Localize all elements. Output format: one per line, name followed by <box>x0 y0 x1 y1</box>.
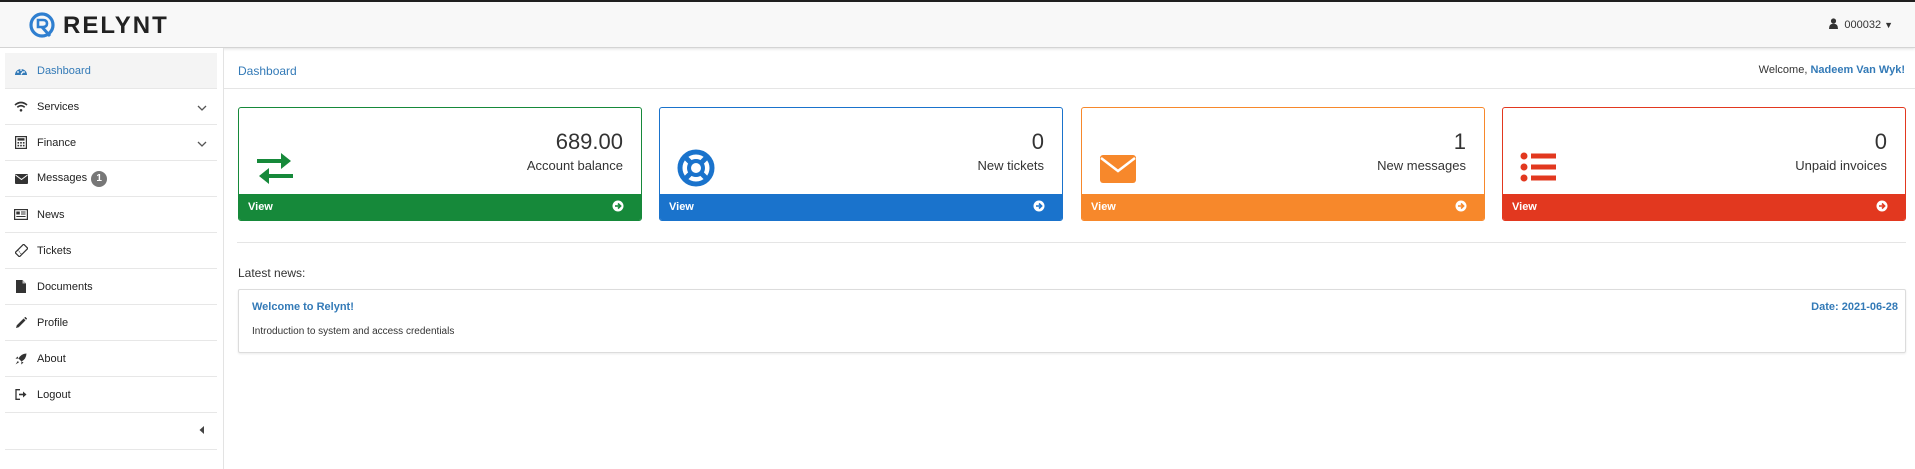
sidebar-item-news[interactable]: News <box>5 197 217 233</box>
relynt-logo-icon <box>27 10 57 43</box>
chevron-down-icon <box>197 136 207 150</box>
sign-out-icon <box>13 388 29 402</box>
sidebar-item-label: Profile <box>37 316 69 329</box>
view-label: View <box>248 201 273 213</box>
unread-messages-badge: 1 <box>91 170 108 187</box>
latest-news-heading: Latest news: <box>238 266 306 280</box>
new-tickets-view-link[interactable]: View <box>660 194 1062 220</box>
section-divider <box>237 242 1906 243</box>
sidebar-item-dashboard[interactable]: Dashboard <box>5 53 217 89</box>
account-balance-view-link[interactable]: View <box>239 194 641 220</box>
new-messages-view-link[interactable]: View <box>1082 194 1484 220</box>
view-label: View <box>669 201 694 213</box>
unpaid-invoices-value: 0 <box>1874 129 1887 154</box>
brand-name: RELYNT <box>63 12 169 39</box>
account-id: 000032 <box>1844 19 1882 31</box>
sidebar-item-label: About <box>37 352 66 365</box>
new-tickets-caption: New tickets <box>977 158 1044 173</box>
file-icon <box>13 280 29 294</box>
unpaid-invoices-view-link[interactable]: View <box>1503 194 1905 220</box>
welcome-message: Welcome, Nadeem Van Wyk! <box>1759 64 1905 76</box>
news-item-date: Date: 2021-06-28 <box>1811 301 1898 313</box>
sidebar-item-label: Logout <box>37 388 71 401</box>
sidebar-item-about[interactable]: About <box>5 341 217 377</box>
list-icon <box>1519 148 1559 188</box>
user-name[interactable]: Nadeem Van Wyk! <box>1810 64 1905 76</box>
arrow-circle-right-icon <box>1455 200 1467 212</box>
user-icon <box>1829 18 1839 32</box>
chevron-down-icon <box>197 100 207 114</box>
news-item-title[interactable]: Welcome to Relynt! <box>252 301 354 313</box>
sidebar-item-label: Finance <box>37 136 77 149</box>
sidebar-item-documents[interactable]: Documents <box>5 269 217 305</box>
new-tickets-value: 0 <box>1031 129 1044 154</box>
sidebar-item-label: News <box>37 208 65 221</box>
new-tickets-card: 0 New tickets View <box>659 107 1063 221</box>
sidebar: Dashboard Services Finance Messages 1 New… <box>0 48 224 469</box>
news-item: Welcome to Relynt! Date: 2021-06-28 Intr… <box>238 289 1906 353</box>
sidebar-item-tickets[interactable]: Tickets <box>5 233 217 269</box>
welcome-prefix: Welcome, <box>1758 64 1808 76</box>
calculator-icon <box>13 136 29 150</box>
unpaid-invoices-card: 0 Unpaid invoices View <box>1502 107 1906 221</box>
wifi-icon <box>13 100 29 114</box>
arrow-circle-right-icon <box>612 200 624 212</box>
top-navbar: RELYNT 000032 ▼ <box>0 0 1915 48</box>
breadcrumb[interactable]: Dashboard <box>238 64 297 78</box>
arrow-circle-right-icon <box>1033 200 1045 212</box>
dashboard-icon <box>13 64 29 78</box>
life-ring-icon <box>676 148 716 188</box>
header-divider <box>224 88 1915 89</box>
envelope-icon <box>13 172 29 186</box>
sidebar-item-label: Tickets <box>37 244 72 257</box>
sidebar-divider <box>5 449 217 450</box>
exchange-arrows-icon <box>255 148 295 188</box>
sidebar-item-finance[interactable]: Finance <box>5 125 217 161</box>
sidebar-item-label: Dashboard <box>37 64 91 77</box>
account-balance-value: 689.00 <box>555 129 623 154</box>
sidebar-item-profile[interactable]: Profile <box>5 305 217 341</box>
new-messages-caption: New messages <box>1377 158 1466 173</box>
sidebar-item-label: Services <box>37 100 80 113</box>
sidebar-item-logout[interactable]: Logout <box>5 377 217 413</box>
rocket-icon <box>13 352 29 366</box>
pencil-icon <box>13 316 29 330</box>
view-label: View <box>1512 201 1537 213</box>
brand-logo[interactable]: RELYNT <box>27 11 169 41</box>
sidebar-item-label: Documents <box>37 280 93 293</box>
new-messages-card: 1 New messages View <box>1081 107 1485 221</box>
newspaper-icon <box>13 208 29 222</box>
account-balance-caption: Account balance <box>526 158 623 173</box>
user-account-menu[interactable]: 000032 ▼ <box>1829 18 1893 32</box>
account-balance-card: 689.00 Account balance View <box>238 107 642 221</box>
collapse-sidebar-icon[interactable] <box>196 424 208 436</box>
ticket-icon <box>13 244 29 258</box>
sidebar-item-services[interactable]: Services <box>5 89 217 125</box>
arrow-circle-right-icon <box>1876 200 1888 212</box>
caret-down-icon: ▼ <box>1884 20 1893 30</box>
sidebar-item-messages[interactable]: Messages 1 <box>5 161 217 197</box>
new-messages-value: 1 <box>1453 129 1466 154</box>
news-item-summary: Introduction to system and access creden… <box>252 326 455 337</box>
envelope-icon <box>1098 148 1138 188</box>
view-label: View <box>1091 201 1116 213</box>
messages-label: Messages <box>37 171 88 184</box>
sidebar-item-label: Messages 1 <box>37 170 108 187</box>
unpaid-invoices-caption: Unpaid invoices <box>1795 158 1887 173</box>
